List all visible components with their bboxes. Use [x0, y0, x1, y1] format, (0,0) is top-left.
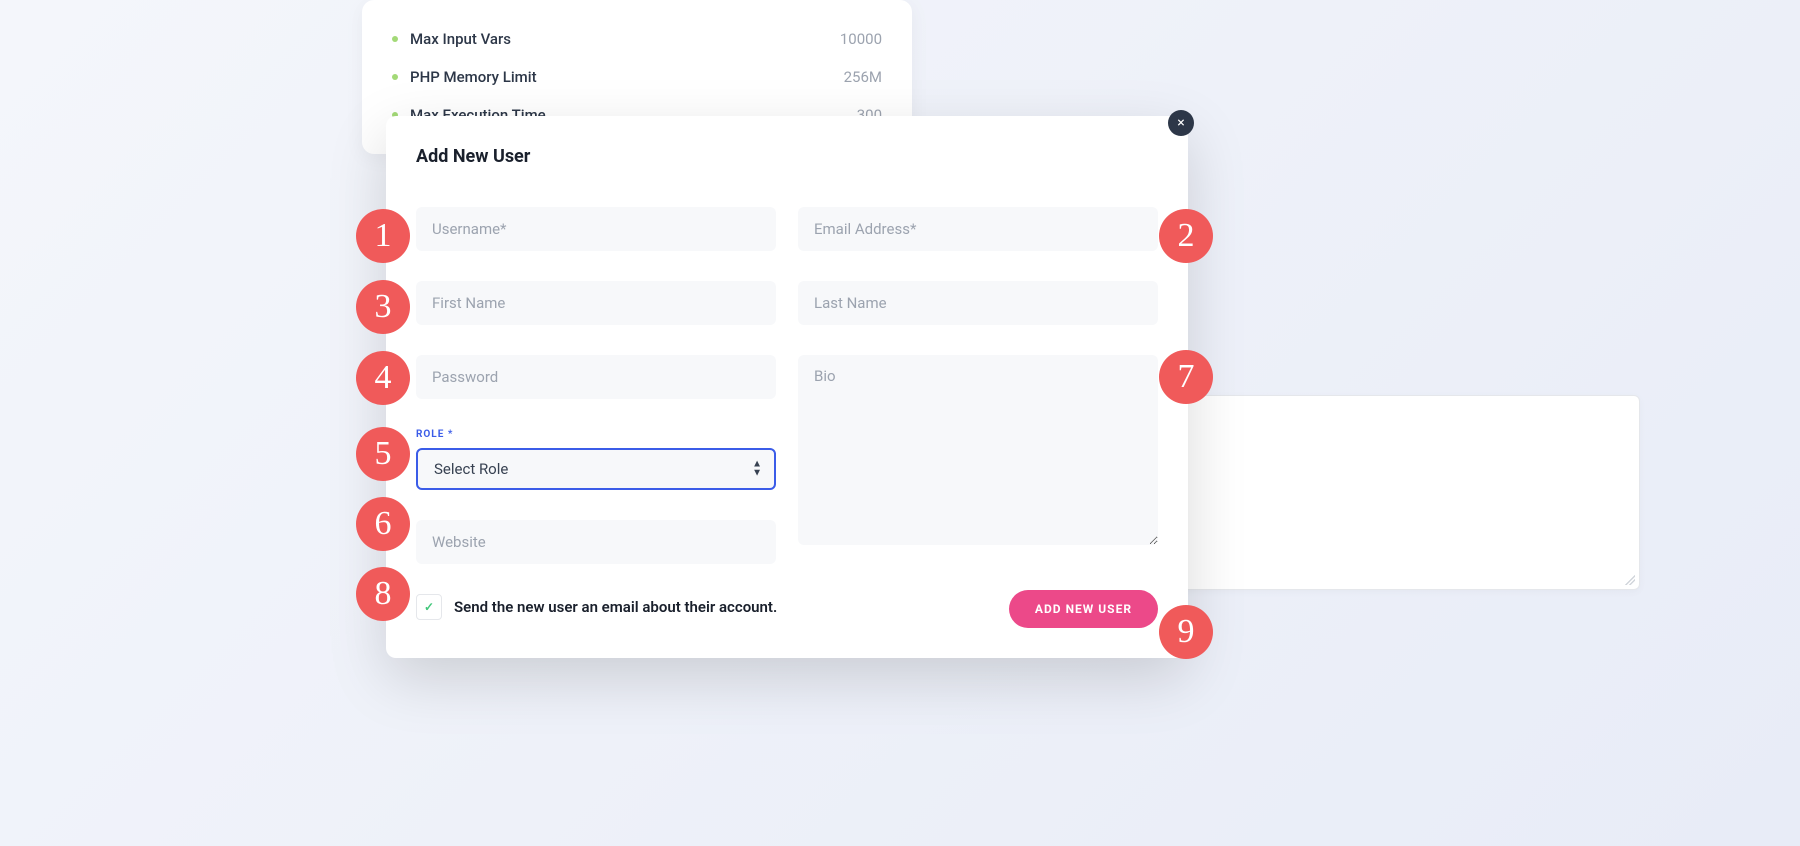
username-input[interactable] [416, 207, 776, 251]
annotation-badge-9: 9 [1159, 605, 1213, 659]
lastname-input[interactable] [798, 281, 1158, 325]
info-value: 256M [844, 68, 882, 86]
annotation-badge-3: 3 [356, 280, 410, 334]
annotation-badge-4: 4 [356, 351, 410, 405]
annotation-badge-6: 6 [356, 497, 410, 551]
status-dot-icon [392, 74, 398, 80]
info-value: 10000 [840, 30, 882, 48]
add-user-modal: × Add New User ROLE * [386, 116, 1188, 658]
annotation-badge-1: 1 [356, 209, 410, 263]
email-input[interactable] [798, 207, 1158, 251]
annotation-badge-8: 8 [356, 567, 410, 621]
role-select[interactable]: Select Role [416, 448, 776, 490]
annotation-badge-7: 7 [1159, 350, 1213, 404]
annotation-badge-2: 2 [1159, 209, 1213, 263]
annotation-badge-5: 5 [356, 427, 410, 481]
bio-textarea[interactable] [798, 355, 1158, 545]
info-label: Max Input Vars [410, 30, 511, 48]
add-new-user-button[interactable]: ADD NEW USER [1009, 590, 1158, 628]
firstname-input[interactable] [416, 281, 776, 325]
info-row: PHP Memory Limit 256M [392, 58, 882, 96]
info-row: Max Input Vars 10000 [392, 20, 882, 58]
close-button[interactable]: × [1168, 110, 1194, 136]
check-icon: ✓ [424, 600, 434, 614]
checkbox-label: Send the new user an email about their a… [454, 598, 777, 616]
role-label: ROLE * [416, 429, 776, 440]
password-input[interactable] [416, 355, 776, 399]
website-input[interactable] [416, 520, 776, 564]
close-icon: × [1177, 116, 1184, 130]
modal-header: Add New User [386, 116, 1188, 187]
send-email-checkbox[interactable]: ✓ [416, 594, 442, 620]
info-label: PHP Memory Limit [410, 68, 537, 86]
modal-title: Add New User [416, 146, 1158, 167]
modal-body: ROLE * Select Role ▲▼ [386, 187, 1188, 634]
background-panel [1160, 395, 1640, 590]
status-dot-icon [392, 36, 398, 42]
